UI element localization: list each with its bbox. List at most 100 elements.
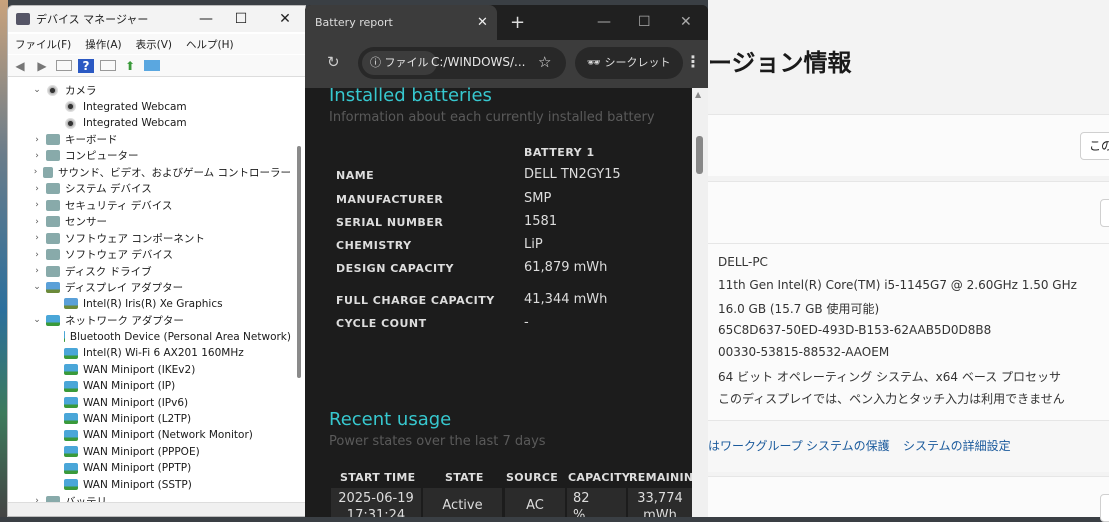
network-icon — [64, 347, 78, 359]
battery-field-value: 41,344 mWh — [524, 292, 608, 307]
site-info-chip[interactable]: ⓘ ファイル — [362, 51, 437, 75]
battery-field-label: NAME — [336, 169, 375, 182]
scrollbar-thumb[interactable] — [696, 136, 703, 174]
minimize-button[interactable]: — — [186, 6, 226, 32]
incognito-button[interactable]: 🕶 シークレット — [575, 47, 683, 79]
cell-state: Active — [423, 488, 502, 517]
url-text: C:/WINDOWS/... — [431, 55, 526, 69]
maximize-button[interactable]: ☐ — [638, 5, 651, 40]
close-tab-icon[interactable]: ✕ — [477, 5, 488, 40]
maximize-button[interactable]: ☐ — [221, 6, 261, 32]
tree-item[interactable]: › システム デバイス — [8, 181, 291, 197]
chevron-down-icon[interactable]: ⌄ — [32, 85, 42, 95]
tree-item[interactable]: › サウンド、ビデオ、およびゲーム コントローラー — [8, 164, 291, 180]
tree-item[interactable]: WAN Miniport (IPv6) — [8, 394, 291, 410]
address-bar[interactable]: ⓘ ファイル C:/WINDOWS/... ☆ — [358, 47, 566, 79]
col-source: SOURCE — [506, 471, 559, 484]
computer-icon — [46, 150, 60, 162]
update-driver-icon[interactable]: ⬆ — [122, 59, 138, 73]
tree-item[interactable]: › ソフトウェア デバイス — [8, 246, 291, 262]
sensor-icon — [46, 216, 60, 228]
software-icon — [46, 232, 60, 244]
network-icon — [46, 314, 60, 326]
tree-item[interactable]: Integrated Webcam — [8, 98, 291, 114]
tab-battery-report[interactable]: Battery report — [305, 5, 497, 40]
chevron-right-icon[interactable]: › — [32, 135, 42, 145]
copy-button[interactable] — [1100, 199, 1109, 227]
help-icon[interactable]: ? — [78, 58, 94, 73]
tree-item[interactable]: › コンピューター — [8, 148, 291, 164]
rename-pc-button[interactable]: この — [1080, 132, 1109, 160]
system-icon — [46, 183, 60, 195]
tree-item-label: WAN Miniport (SSTP) — [83, 478, 192, 491]
tree-item-label: キーボード — [65, 134, 118, 147]
tree-item[interactable]: › ソフトウェア コンポーネント — [8, 230, 291, 246]
toolbar: ◀ ▶ ? ⬆ — [8, 55, 305, 77]
network-icon — [64, 397, 78, 409]
chevron-right-icon[interactable]: › — [32, 151, 42, 161]
link-system-protection[interactable]: システムの保護 — [806, 437, 890, 454]
link-domain-workgroup[interactable]: はワークグループ — [708, 437, 803, 454]
display-icon — [64, 298, 78, 310]
tree-item[interactable]: Intel(R) Wi-Fi 6 AX201 160MHz — [8, 345, 291, 361]
tree-item[interactable]: ⌄ カメラ — [8, 82, 291, 98]
page-scrollbar[interactable]: ▲ — [692, 88, 708, 517]
chevron-right-icon[interactable]: › — [32, 266, 42, 276]
chevron-right-icon[interactable]: › — [32, 233, 42, 243]
properties-icon[interactable] — [100, 60, 116, 71]
tree-item[interactable]: › センサー — [8, 214, 291, 230]
back-arrow-icon[interactable]: ◀ — [12, 59, 28, 73]
new-tab-icon[interactable]: + — [510, 5, 525, 40]
chevron-right-icon[interactable]: › — [32, 217, 42, 227]
scrollbar[interactable] — [297, 146, 301, 378]
tree-item[interactable]: Intel(R) Iris(R) Xe Graphics — [8, 296, 291, 312]
bookmark-star-icon[interactable]: ☆ — [538, 53, 551, 71]
menu-action[interactable]: 操作(A) — [85, 37, 121, 52]
spec-value: 64 ビット オペレーティング システム、x64 ベース プロセッサ — [718, 369, 1062, 384]
show-hide-console-tree-icon[interactable] — [56, 60, 72, 71]
chevron-down-icon[interactable]: ⌄ — [32, 282, 42, 292]
close-button[interactable]: ✕ — [265, 6, 305, 32]
tree-item[interactable]: WAN Miniport (PPPOE) — [8, 444, 291, 460]
tree-item-label: ソフトウェア デバイス — [65, 249, 174, 262]
menu-view[interactable]: 表示(V) — [136, 37, 172, 52]
tree-item[interactable]: ⌄ ディスプレイ アダプター — [8, 279, 291, 295]
tree-item[interactable]: WAN Miniport (Network Monitor) — [8, 427, 291, 443]
battery-field-label: CYCLE COUNT — [336, 317, 427, 330]
scan-hardware-icon[interactable] — [144, 60, 160, 71]
tree-item-label: コンピューター — [65, 150, 139, 163]
tree-item[interactable]: WAN Miniport (SSTP) — [8, 477, 291, 493]
tree-item[interactable]: WAN Miniport (L2TP) — [8, 411, 291, 427]
reload-icon[interactable]: ↻ — [327, 53, 340, 71]
tree-item-label: ソフトウェア コンポーネント — [65, 232, 205, 245]
link-advanced-system-settings[interactable]: システムの詳細設定 — [903, 437, 1011, 454]
forward-arrow-icon[interactable]: ▶ — [34, 59, 50, 73]
chevron-down-icon[interactable]: ⌄ — [32, 315, 42, 325]
tree-item-label: Intel(R) Iris(R) Xe Graphics — [83, 297, 223, 310]
chevron-right-icon[interactable]: › — [32, 200, 42, 210]
tree-item[interactable]: › ディスク ドライブ — [8, 263, 291, 279]
chevron-right-icon[interactable]: › — [32, 250, 42, 260]
tree-item[interactable]: Integrated Webcam — [8, 115, 291, 131]
tree-item-label: ディスプレイ アダプター — [65, 281, 184, 294]
minimize-button[interactable]: — — [597, 5, 611, 40]
tree-item[interactable]: › セキュリティ デバイス — [8, 197, 291, 213]
tab-bar: Battery report ✕ + — ☐ ✕ — [305, 5, 708, 40]
menu-file[interactable]: ファイル(F) — [15, 37, 71, 52]
menu-help[interactable]: ヘルプ(H) — [186, 37, 234, 52]
tree-item-label: Integrated Webcam — [83, 100, 187, 113]
scroll-up-arrow-icon[interactable]: ▲ — [695, 90, 701, 99]
chevron-right-icon[interactable]: › — [32, 184, 42, 194]
tree-item[interactable]: Bluetooth Device (Personal Area Network) — [8, 329, 291, 345]
menu-kebab-icon[interactable]: ⋮ — [685, 52, 701, 71]
chevron-right-icon[interactable]: › — [32, 167, 39, 177]
tree-item[interactable]: › キーボード — [8, 131, 291, 147]
tree-item[interactable]: WAN Miniport (IP) — [8, 378, 291, 394]
tree-item[interactable]: WAN Miniport (IKEv2) — [8, 361, 291, 377]
recent-usage-subtitle: Power states over the last 7 days — [329, 434, 546, 449]
tree-item[interactable]: ⌄ ネットワーク アダプター — [8, 312, 291, 328]
close-button[interactable]: ✕ — [680, 5, 692, 40]
copy-button-2[interactable] — [1100, 494, 1109, 522]
tree-item[interactable]: WAN Miniport (PPTP) — [8, 460, 291, 476]
tree-item-label: ネットワーク アダプター — [65, 314, 184, 327]
